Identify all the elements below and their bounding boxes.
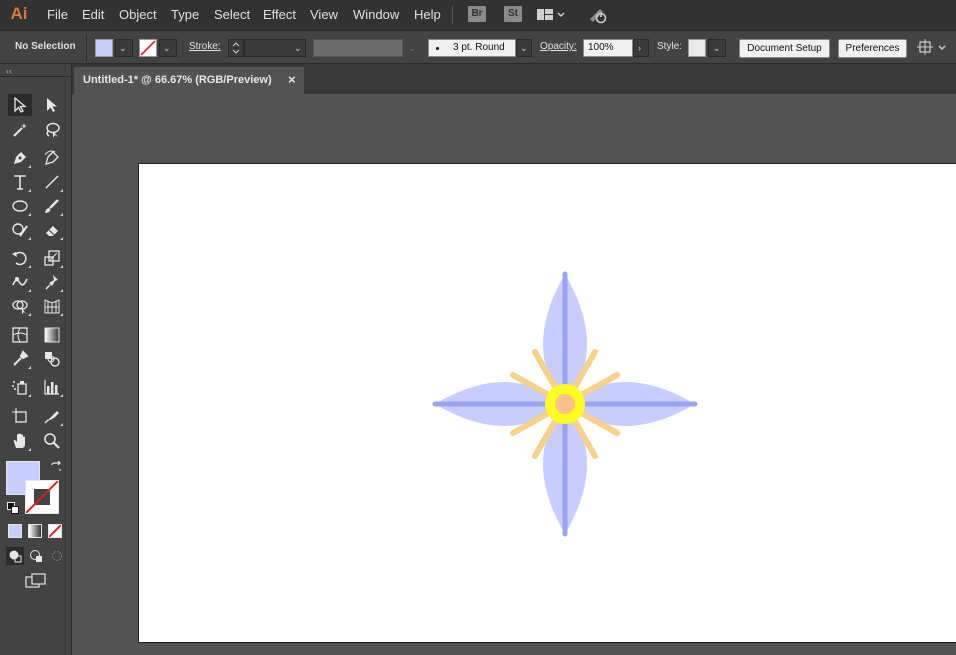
panel-divider bbox=[0, 76, 72, 77]
bridge-icon[interactable]: Br bbox=[468, 6, 486, 22]
graphic-style-swatch[interactable] bbox=[688, 39, 706, 57]
brush-dot-icon bbox=[436, 47, 439, 50]
document-setup-button[interactable]: Document Setup bbox=[739, 39, 830, 58]
chevron-down-icon: ⌄ bbox=[163, 43, 171, 53]
brush-definition[interactable]: 3 pt. Round bbox=[428, 39, 516, 57]
mesh-tool-icon[interactable] bbox=[8, 324, 32, 346]
menu-object[interactable]: Object bbox=[119, 7, 157, 22]
fill-dropdown[interactable]: ⌄ bbox=[115, 39, 133, 57]
chevron-down-icon: ⌄ bbox=[520, 43, 528, 53]
magic-wand-tool-icon[interactable] bbox=[8, 119, 32, 141]
document-tab[interactable]: Untitled-1* @ 66.67% (RGB/Preview) × bbox=[74, 67, 304, 94]
opacity-arrow[interactable]: › bbox=[633, 39, 649, 57]
arrange-documents-icon[interactable] bbox=[916, 38, 950, 58]
symbol-sprayer-tool-icon[interactable] bbox=[8, 376, 32, 398]
menu-file[interactable]: File bbox=[47, 7, 68, 22]
menu-window[interactable]: Window bbox=[353, 7, 399, 22]
artboard-tool-icon[interactable] bbox=[8, 405, 32, 427]
default-fill-stroke-icon[interactable] bbox=[7, 502, 19, 514]
draw-inside-icon[interactable] bbox=[48, 547, 66, 565]
scale-tool-icon[interactable] bbox=[40, 247, 64, 269]
puppet-warp-tool-icon[interactable] bbox=[40, 271, 64, 293]
workspace-layout-icon[interactable] bbox=[537, 8, 565, 22]
eyedropper-tool-icon[interactable] bbox=[8, 348, 32, 370]
swap-fill-stroke-icon[interactable] bbox=[50, 460, 62, 473]
stroke-weight-field[interactable]: ⌄ bbox=[244, 39, 306, 57]
chevron-right-icon: › bbox=[638, 43, 641, 53]
chevron-down-icon: ⌄ bbox=[713, 43, 721, 53]
menu-select[interactable]: Select bbox=[214, 7, 250, 22]
shape-builder-tool-icon[interactable] bbox=[8, 295, 32, 317]
pen-tool-icon[interactable] bbox=[8, 147, 32, 169]
variable-width-profile[interactable] bbox=[313, 39, 403, 57]
menu-view[interactable]: View bbox=[310, 7, 338, 22]
zoom-tool-icon[interactable] bbox=[40, 430, 64, 452]
lasso-tool-icon[interactable] bbox=[40, 119, 64, 141]
style-dropdown[interactable]: ⌄ bbox=[708, 39, 726, 57]
color-mode-icon[interactable] bbox=[8, 524, 22, 538]
blend-tool-icon[interactable] bbox=[40, 348, 64, 370]
artboard[interactable] bbox=[138, 163, 956, 643]
close-icon[interactable]: × bbox=[288, 72, 296, 87]
menu-type[interactable]: Type bbox=[171, 7, 199, 22]
opacity-label[interactable]: Opacity: bbox=[540, 41, 577, 52]
menu-effect[interactable]: Effect bbox=[263, 7, 296, 22]
gpu-performance-icon[interactable] bbox=[588, 5, 608, 25]
chevron-down-icon: ⌄ bbox=[294, 43, 302, 53]
eraser-tool-icon[interactable] bbox=[40, 219, 64, 241]
fill-swatch[interactable] bbox=[95, 39, 113, 57]
artwork[interactable] bbox=[139, 164, 956, 642]
column-graph-tool-icon[interactable] bbox=[40, 376, 64, 398]
stroke-swatch[interactable] bbox=[139, 39, 157, 57]
menu-help[interactable]: Help bbox=[414, 7, 441, 22]
gradient-mode-icon[interactable] bbox=[28, 524, 42, 538]
style-label: Style: bbox=[657, 41, 683, 52]
brush-definition-value: 3 pt. Round bbox=[453, 42, 505, 53]
document-tab-bar: Untitled-1* @ 66.67% (RGB/Preview) × bbox=[72, 64, 956, 94]
chevron-down-icon: ⌄ bbox=[119, 43, 127, 53]
screen-mode-icon[interactable] bbox=[25, 573, 47, 589]
canvas-area[interactable] bbox=[72, 94, 956, 655]
opacity-field[interactable]: 100% bbox=[583, 39, 633, 57]
menu-separator bbox=[452, 6, 453, 24]
collapse-panel-icon[interactable]: ‹‹ bbox=[6, 66, 12, 76]
none-mode-icon[interactable] bbox=[48, 524, 62, 538]
paintbrush-tool-icon[interactable] bbox=[40, 195, 64, 217]
stroke-weight-stepper[interactable] bbox=[228, 39, 244, 57]
line-segment-tool-icon[interactable] bbox=[40, 171, 64, 193]
type-tool-icon[interactable] bbox=[8, 171, 32, 193]
document-tab-title: Untitled-1* @ 66.67% (RGB/Preview) bbox=[83, 74, 272, 86]
draw-normal-icon[interactable] bbox=[6, 547, 24, 565]
hand-tool-icon[interactable] bbox=[8, 430, 32, 452]
warp-tool-icon[interactable] bbox=[8, 271, 32, 293]
control-divider bbox=[86, 35, 87, 61]
preferences-button[interactable]: Preferences bbox=[838, 39, 907, 58]
slice-tool-icon[interactable] bbox=[40, 405, 64, 427]
shaper-tool-icon[interactable] bbox=[8, 219, 32, 241]
curvature-tool-icon[interactable] bbox=[40, 147, 64, 169]
draw-behind-icon[interactable] bbox=[27, 547, 45, 565]
tools-panel: ‹‹ bbox=[0, 64, 72, 655]
ellipse-tool-icon[interactable] bbox=[8, 195, 32, 217]
chevron-down-icon: ⌄ bbox=[408, 43, 416, 53]
app-logo: Ai bbox=[10, 4, 28, 23]
gradient-tool-icon[interactable] bbox=[40, 324, 64, 346]
selection-tool-icon[interactable] bbox=[8, 94, 32, 116]
menu-edit[interactable]: Edit bbox=[82, 7, 104, 22]
perspective-grid-tool-icon[interactable] bbox=[40, 295, 64, 317]
stroke-dropdown[interactable]: ⌄ bbox=[159, 39, 177, 57]
stroke-label[interactable]: Stroke: bbox=[189, 41, 221, 52]
menu-bar: Ai File Edit Object Type Select Effect V… bbox=[0, 0, 956, 30]
stroke-color-box[interactable] bbox=[25, 480, 59, 514]
rotate-tool-icon[interactable] bbox=[8, 247, 32, 269]
flower-center-dot[interactable] bbox=[555, 394, 575, 414]
direct-selection-tool-icon[interactable] bbox=[40, 94, 64, 116]
profile-dropdown[interactable]: ⌄ bbox=[403, 39, 421, 57]
selection-status: No Selection bbox=[15, 41, 76, 52]
control-bar: No Selection ⌄ ⌄ Stroke: ⌄ ⌄ 3 pt. Round… bbox=[0, 30, 956, 64]
brush-dropdown[interactable]: ⌄ bbox=[516, 39, 532, 57]
stock-icon[interactable]: St bbox=[504, 6, 522, 22]
